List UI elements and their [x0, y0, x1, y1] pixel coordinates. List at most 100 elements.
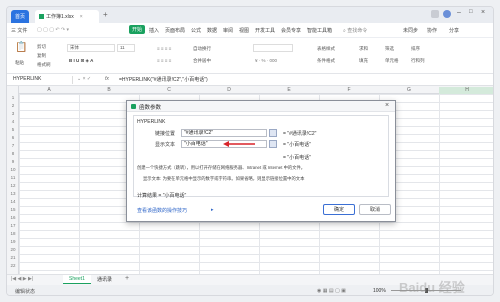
menu-developer[interactable]: 开发工具: [255, 27, 275, 34]
row-header[interactable]: 21: [7, 255, 19, 260]
column-header-d[interactable]: D: [199, 87, 259, 93]
copy-button[interactable]: 复制: [37, 53, 46, 59]
menu-view[interactable]: 视图: [239, 27, 249, 34]
row-col-button[interactable]: 行和列: [411, 58, 425, 64]
font-style-buttons[interactable]: B I U ⊞ ◈ A: [69, 58, 93, 64]
add-sheet-button[interactable]: +: [125, 275, 129, 282]
sort-button[interactable]: 排序: [411, 46, 420, 52]
file-tab-label: 工作簿1.xlsx: [46, 14, 74, 20]
row-header[interactable]: 19: [7, 239, 19, 244]
row-header[interactable]: 1: [7, 95, 19, 100]
row-header[interactable]: 15: [7, 207, 19, 212]
range-select-icon[interactable]: [269, 129, 277, 137]
edit-status: 编辑状态: [15, 289, 36, 295]
file-tab[interactable]: 工作簿1.xlsx ×: [35, 10, 99, 23]
formula-controls[interactable]: ⌄ × ✓: [77, 76, 91, 82]
column-header-b[interactable]: B: [79, 87, 139, 93]
sum-button[interactable]: 求和: [359, 46, 368, 52]
menu-smart-tools[interactable]: 智能工具箱: [307, 27, 332, 34]
column-header-a[interactable]: A: [19, 87, 79, 93]
row-header[interactable]: 5: [7, 127, 19, 132]
row-header[interactable]: 7: [7, 143, 19, 148]
avatar[interactable]: [443, 10, 451, 18]
search-command[interactable]: ⌕ 查找命令: [343, 27, 367, 34]
close-window-icon[interactable]: ×: [481, 9, 485, 16]
name-box[interactable]: HYPERLINK: [11, 76, 73, 84]
spreadsheet-icon: [39, 14, 44, 19]
row-header[interactable]: 12: [7, 183, 19, 188]
row-header[interactable]: 9: [7, 159, 19, 164]
dialog-close-icon[interactable]: ×: [385, 102, 389, 109]
layout-icon[interactable]: [431, 10, 439, 18]
row-header[interactable]: 4: [7, 119, 19, 124]
fx-icon[interactable]: fx: [105, 76, 109, 82]
cancel-button[interactable]: 取消: [359, 204, 391, 215]
row-header[interactable]: 20: [7, 247, 19, 252]
format-painter-button[interactable]: 格式刷: [37, 62, 51, 68]
link-location-input[interactable]: "#通讯录!C2": [181, 129, 267, 137]
row-header[interactable]: 13: [7, 191, 19, 196]
row-header[interactable]: 3: [7, 111, 19, 116]
fill-button[interactable]: 填充: [359, 58, 368, 64]
menu-file[interactable]: 三 文件: [11, 27, 27, 34]
font-size-select[interactable]: 11: [117, 44, 135, 52]
font-select[interactable]: 宋体: [67, 44, 115, 52]
filter-button[interactable]: 筛选: [385, 46, 394, 52]
row-header[interactable]: 14: [7, 199, 19, 204]
sheet-tab-sheet1[interactable]: Sheet1: [63, 275, 91, 284]
menu-formulas[interactable]: 公式: [191, 27, 201, 34]
menu-member[interactable]: 会员专享: [281, 27, 301, 34]
help-arrow-icon[interactable]: ▸: [211, 207, 214, 213]
menu-page-layout[interactable]: 页面布局: [165, 27, 185, 34]
merge-center-button[interactable]: 合并居中: [193, 58, 211, 64]
number-buttons[interactable]: ¥ · % · 000: [255, 58, 277, 63]
collab-button[interactable]: 协作: [427, 27, 437, 34]
menu-review[interactable]: 审阅: [223, 27, 233, 34]
quick-access-icons[interactable]: ▢ ▢ ▢ ↶ ↷ ▾: [37, 27, 69, 33]
cut-button[interactable]: 剪切: [37, 44, 46, 50]
wrap-text-button[interactable]: 自动换行: [193, 46, 211, 52]
red-arrow-annotation: [223, 141, 255, 147]
view-buttons[interactable]: ◉ ▦ ▤ ▢ ▣: [317, 288, 346, 294]
number-format-select[interactable]: [253, 44, 293, 52]
row-header[interactable]: 18: [7, 231, 19, 236]
paste-button[interactable]: 粘贴: [15, 60, 24, 66]
zoom-level[interactable]: 100%: [373, 288, 386, 294]
row-header[interactable]: 6: [7, 135, 19, 140]
column-header-c[interactable]: C: [139, 87, 199, 93]
column-header-g[interactable]: G: [379, 87, 439, 93]
new-tab-button[interactable]: +: [103, 10, 108, 19]
help-link[interactable]: 查看该函数的操作技巧: [137, 207, 187, 214]
home-tab[interactable]: 首页: [11, 10, 30, 23]
sheet-tab-contacts[interactable]: 通讯录: [97, 276, 112, 283]
row-header[interactable]: 10: [7, 167, 19, 172]
row-header[interactable]: 11: [7, 175, 19, 180]
sheet-nav-arrows[interactable]: |◀ ◀ ▶ ▶|: [11, 276, 33, 282]
column-header-e[interactable]: E: [259, 87, 319, 93]
share-button[interactable]: 分享: [449, 27, 459, 34]
column-header-h[interactable]: H: [439, 87, 493, 94]
column-header-f[interactable]: F: [319, 87, 379, 93]
sync-status[interactable]: 未同步: [403, 27, 418, 34]
align-buttons[interactable]: ≡ ≡ ≡ ≡: [157, 46, 171, 51]
menu-insert[interactable]: 插入: [149, 27, 159, 34]
table-style-button[interactable]: 表格样式: [317, 46, 335, 52]
minimize-icon[interactable]: –: [457, 9, 461, 16]
row-header[interactable]: 17: [7, 223, 19, 228]
range-select-icon[interactable]: [269, 140, 277, 148]
align-buttons-2[interactable]: ≡ ≡ ≡ ≡: [157, 58, 171, 63]
formula-input[interactable]: =HYPERLINK("#通讯录!C2","小百电话"): [119, 76, 208, 83]
conditional-format-button[interactable]: 条件格式: [317, 58, 335, 64]
paste-icon[interactable]: 📋: [15, 42, 27, 53]
row-header[interactable]: 16: [7, 215, 19, 220]
display-text-label: 显示文本: [155, 142, 176, 148]
menu-data[interactable]: 数据: [207, 27, 217, 34]
maximize-icon[interactable]: □: [469, 9, 473, 15]
menu-home[interactable]: 开始: [129, 25, 146, 34]
row-header[interactable]: 2: [7, 103, 19, 108]
row-header[interactable]: 22: [7, 263, 19, 268]
ok-button[interactable]: 确定: [323, 204, 355, 215]
row-header[interactable]: 8: [7, 151, 19, 156]
close-tab-icon[interactable]: ×: [80, 14, 83, 20]
cell-button[interactable]: 单元格: [385, 58, 399, 64]
